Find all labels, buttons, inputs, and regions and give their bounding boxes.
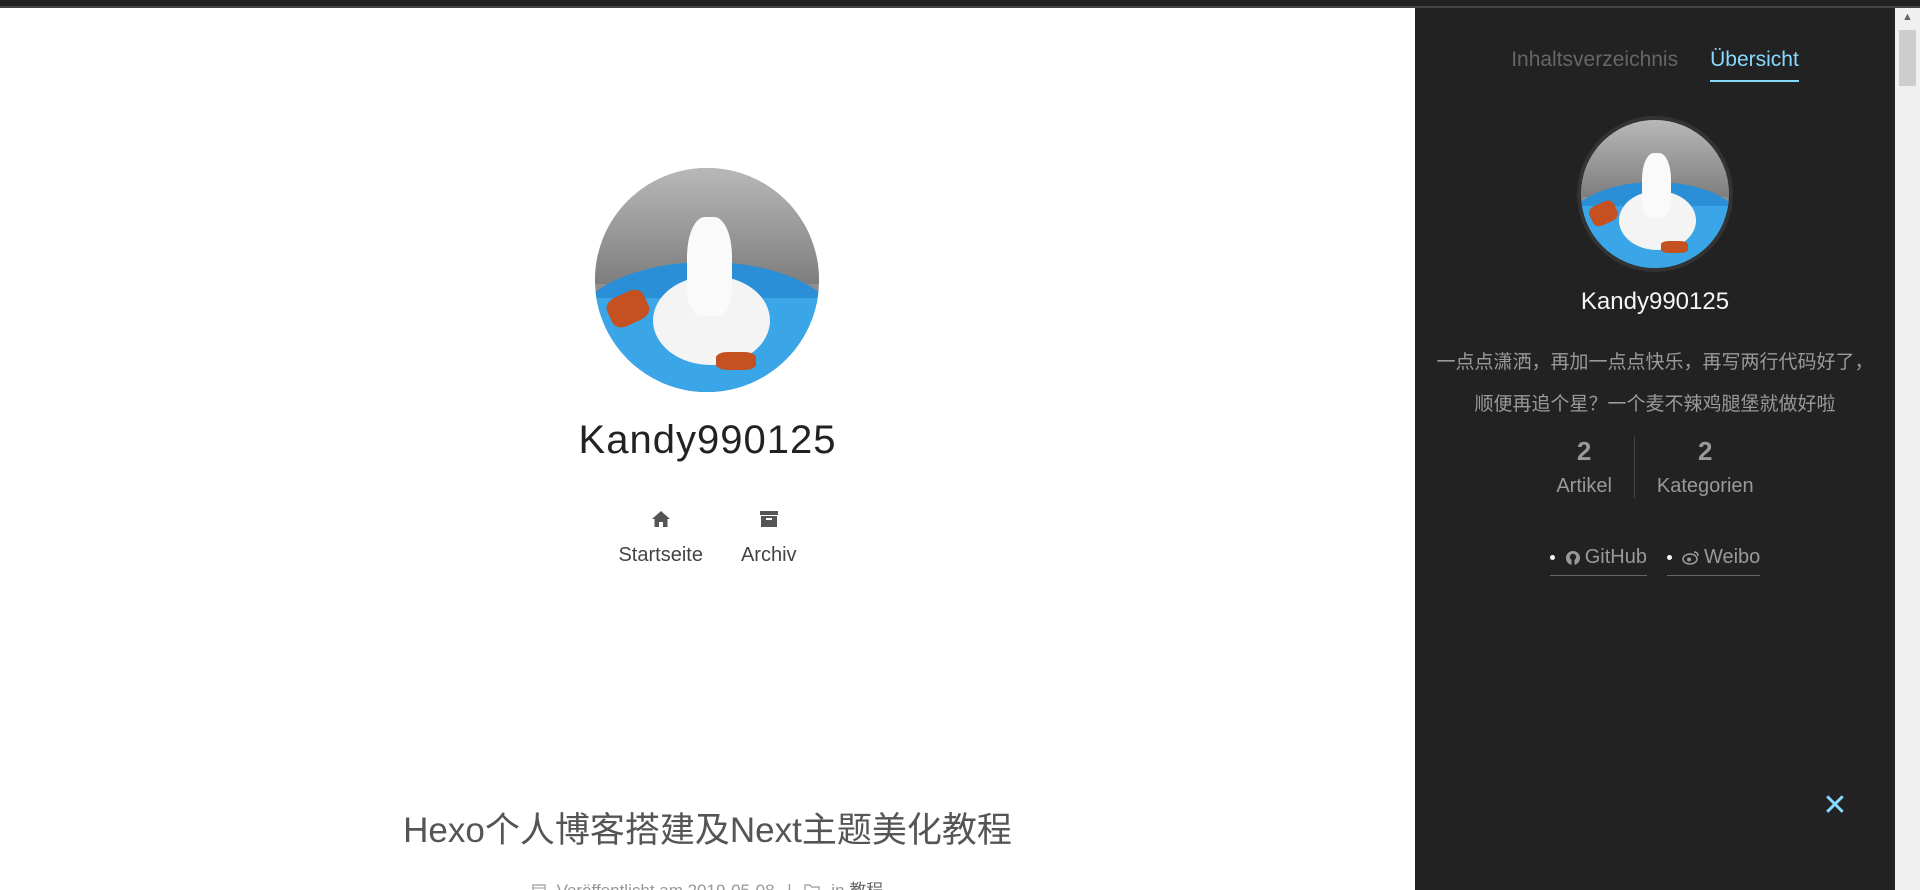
stat-categories[interactable]: 2 Kategorien (1633, 436, 1776, 498)
site-avatar[interactable] (595, 168, 819, 392)
weibo-icon (1682, 550, 1700, 565)
menu-item-label: Startseite (618, 544, 703, 566)
github-link[interactable]: GitHub (1549, 546, 1647, 576)
sidebar-avatar (1577, 116, 1733, 272)
sidebar: Inhaltsverzeichnis Übersicht Kandy990125… (1415, 8, 1895, 890)
home-icon (650, 508, 672, 530)
github-icon (1565, 550, 1581, 566)
stat-articles[interactable]: 2 Artikel (1534, 436, 1634, 498)
main-content: Kandy990125 Startseite Archiv Hexo个人博客搭建… (0, 8, 1415, 890)
stat-count: 2 (1698, 436, 1713, 466)
meta-separator: | (787, 881, 791, 890)
bullet-dot (1666, 555, 1672, 560)
weibo-link[interactable]: Weibo (1666, 546, 1761, 576)
scroll-thumb[interactable] (1899, 30, 1916, 86)
link-label: GitHub (1584, 546, 1647, 568)
menu-item-home[interactable]: Startseite (618, 508, 703, 567)
site-stats: 2 Artikel 2 Kategorien (1415, 436, 1895, 498)
sidebar-close-button[interactable]: ✕ (1820, 788, 1850, 822)
post-date: Veröffentlicht am 2019-05-08 (557, 881, 775, 890)
social-links: GitHub Weibo (1415, 546, 1895, 576)
archive-icon (758, 508, 780, 530)
close-icon: ✕ (1822, 788, 1848, 822)
menu-item-archive[interactable]: Archiv (741, 508, 797, 567)
post-meta: Veröffentlicht am 2019-05-08 | in 教程 (0, 876, 1415, 890)
site-title[interactable]: Kandy990125 (0, 418, 1415, 463)
avatar-image (1581, 120, 1729, 268)
bullet-dot (1549, 555, 1555, 560)
menu-item-label: Archiv (740, 544, 797, 566)
calendar-icon (532, 882, 546, 890)
author-description: 一点点潇洒，再加一点点快乐，再写两行代码好了，顺便再追个星？一个麦不辣鸡腿堡就做… (1436, 352, 1874, 415)
stat-label: Artikel (1556, 475, 1612, 497)
page-scrollbar[interactable]: ▲ (1895, 8, 1920, 890)
stat-count: 2 (1576, 436, 1592, 466)
post-title[interactable]: Hexo个人博客搭建及Next主题美化教程 (0, 802, 1415, 853)
tab-table-of-contents[interactable]: Inhaltsverzeichnis (1511, 48, 1678, 82)
folder-icon (804, 882, 821, 890)
meta-in-label: in (831, 881, 844, 890)
link-label: Weibo (1703, 546, 1761, 568)
top-bar (0, 0, 1920, 8)
author-name: Kandy990125 (1580, 288, 1730, 315)
tab-overview[interactable]: Übersicht (1710, 48, 1799, 82)
main-menu: Startseite Archiv (0, 508, 1415, 567)
stat-label: Kategorien (1656, 475, 1754, 497)
post-category-link[interactable]: 教程 (849, 881, 883, 890)
sidebar-tabs: Inhaltsverzeichnis Übersicht (1415, 48, 1895, 82)
avatar-image (595, 168, 819, 392)
scroll-up-arrow-icon[interactable]: ▲ (1895, 8, 1920, 26)
